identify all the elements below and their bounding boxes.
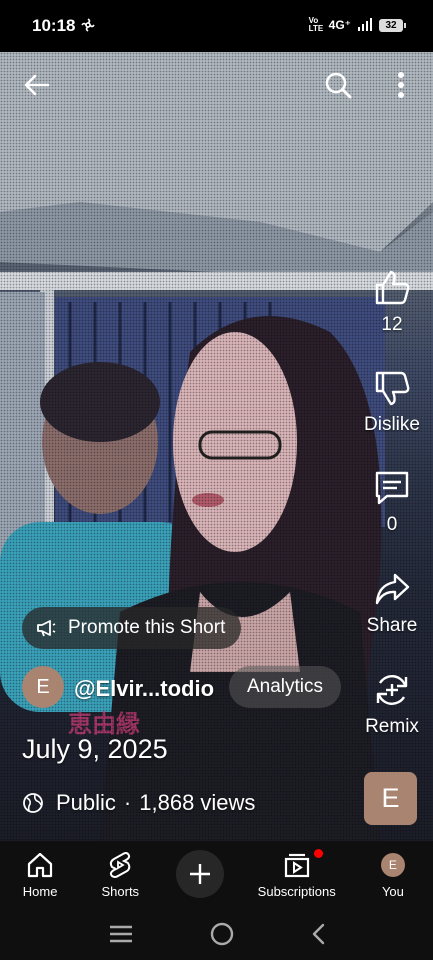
remix-label: Remix: [365, 716, 419, 737]
shorts-icon: [105, 850, 135, 880]
status-bar: 10:18 Vo LTE 4G⁺ 32: [0, 0, 433, 52]
status-indicators: Vo LTE 4G⁺ 32: [308, 16, 406, 33]
you-avatar: E: [380, 852, 405, 877]
channel-handle[interactable]: @Elvir...todio: [74, 676, 214, 702]
volte-indicator: Vo LTE: [308, 16, 324, 33]
comment-count: 0: [386, 514, 398, 535]
remix-icon: [372, 670, 412, 710]
signal-icon: [358, 18, 372, 31]
thumbs-up-icon: [372, 268, 412, 308]
video-meta: Public · 1,868 views: [22, 790, 255, 816]
back-chevron-icon[interactable]: [310, 922, 326, 946]
share-icon: [372, 569, 412, 609]
megaphone-icon: [37, 620, 56, 637]
share-label: Share: [366, 615, 418, 636]
nav-shorts[interactable]: Shorts: [80, 841, 160, 907]
meta-separator: ·: [123, 790, 132, 815]
arrow-left-icon: [24, 74, 50, 96]
nav-home-label: Home: [22, 883, 58, 899]
thumbs-down-icon: [372, 368, 412, 408]
upload-date: July 9, 2025: [22, 734, 168, 764]
view-count: 1,868 views: [139, 790, 256, 815]
system-navigation-bar: [0, 907, 433, 960]
home-circle-icon[interactable]: [209, 921, 235, 947]
channel-avatar[interactable]: E: [22, 666, 64, 708]
like-count: 12: [381, 314, 403, 335]
subscriptions-icon: [282, 850, 312, 880]
like-button[interactable]: 12: [361, 268, 423, 336]
visibility-label: Public: [56, 790, 116, 815]
more-vertical-icon: [398, 72, 404, 98]
nav-you[interactable]: E You: [353, 841, 433, 907]
remix-button[interactable]: Remix: [361, 670, 423, 738]
status-time: 10:18: [32, 16, 76, 35]
share-button[interactable]: Share: [361, 569, 423, 637]
search-icon: [325, 72, 352, 99]
new-content-dot: [313, 849, 323, 858]
create-button[interactable]: [176, 850, 225, 898]
fan-icon: [81, 18, 95, 32]
nav-subscriptions[interactable]: Subscriptions: [241, 841, 353, 907]
comments-button[interactable]: 0: [361, 468, 423, 536]
nav-shorts-label: Shorts: [101, 883, 140, 899]
nav-subscriptions-label: Subscriptions: [257, 883, 336, 899]
more-options-button[interactable]: [384, 68, 418, 102]
you-avatar-container: E: [378, 850, 408, 880]
recents-menu-icon[interactable]: [108, 924, 134, 944]
back-button[interactable]: [20, 68, 54, 102]
search-button[interactable]: [321, 68, 355, 102]
dislike-button[interactable]: Dislike: [361, 368, 423, 436]
channel-thumbnail-button[interactable]: E: [364, 772, 417, 825]
globe-icon: [23, 793, 43, 813]
plus-icon: [190, 864, 211, 884]
comment-icon: [372, 468, 412, 508]
analytics-label: Analytics: [247, 676, 324, 697]
nav-create[interactable]: [160, 841, 240, 907]
home-icon: [25, 850, 55, 880]
promote-short-button[interactable]: Promote this Short: [22, 607, 242, 649]
dislike-label: Dislike: [364, 414, 420, 435]
nav-home[interactable]: Home: [0, 841, 80, 907]
promote-label: Promote this Short: [68, 617, 226, 638]
network-indicator: 4G⁺: [328, 18, 351, 32]
bottom-navigation: Home Shorts Subscriptions E You: [0, 841, 433, 907]
nav-you-label: You: [381, 883, 404, 899]
analytics-button[interactable]: Analytics: [229, 666, 342, 708]
battery-indicator: 32: [379, 18, 406, 32]
